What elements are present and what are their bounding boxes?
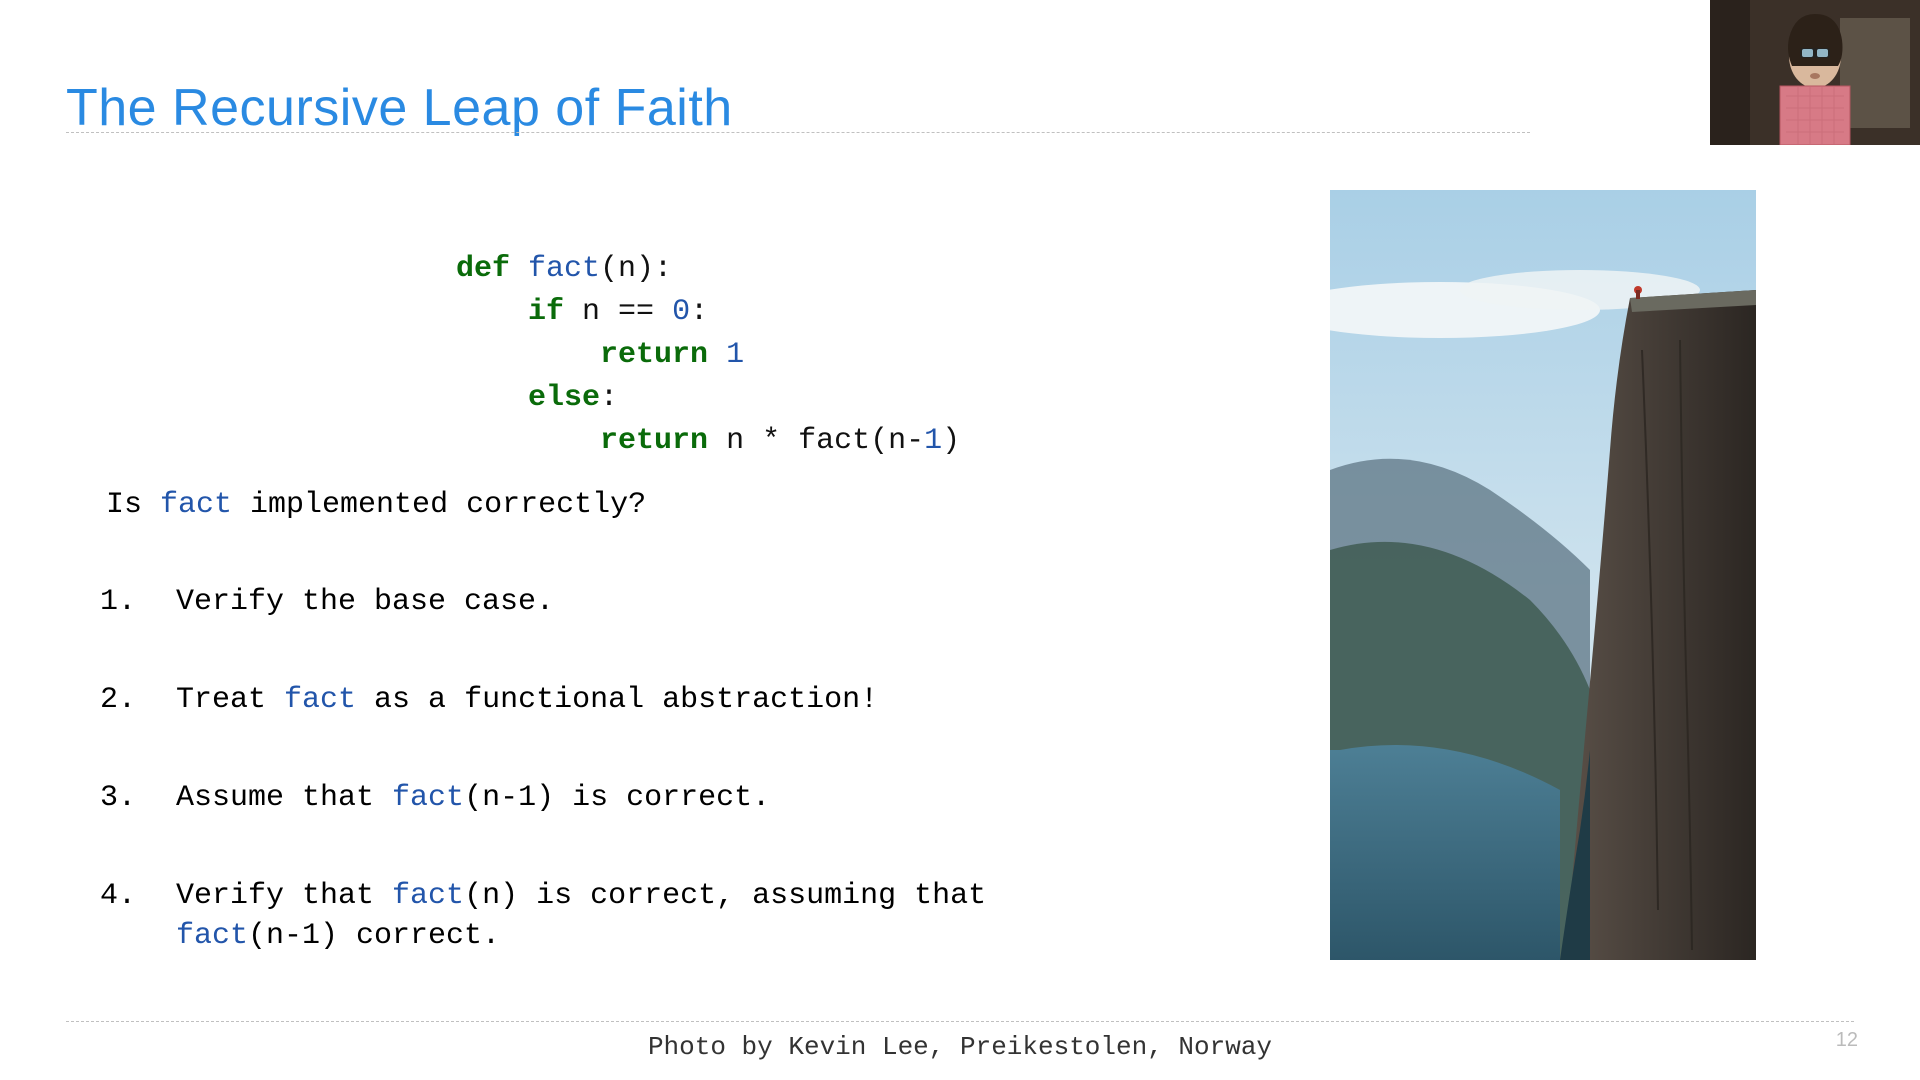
title-divider xyxy=(66,132,1530,133)
item-body: Verify the base case. xyxy=(176,582,554,622)
cliff-photo xyxy=(1330,190,1756,960)
kw-else: else xyxy=(528,381,600,415)
fn-ref: fact xyxy=(392,879,464,913)
item-body: Verify that fact(n) is correct, assuming… xyxy=(176,876,986,956)
item-body: Treat fact as a functional abstraction! xyxy=(176,680,878,720)
list-item: 3. Assume that fact(n-1) is correct. xyxy=(100,778,986,818)
item-number: 2. xyxy=(100,680,176,720)
fn-ref: fact xyxy=(160,488,232,522)
footer-divider xyxy=(66,1021,1854,1022)
list-item: 2. Treat fact as a functional abstractio… xyxy=(100,680,986,720)
item-number: 3. xyxy=(100,778,176,818)
fn-ref: fact xyxy=(284,683,356,717)
steps-list: 1. Verify the base case. 2. Treat fact a… xyxy=(100,582,986,956)
list-item: 1. Verify the base case. xyxy=(100,582,986,622)
kw-return: return xyxy=(600,338,708,372)
photo-caption: Photo by Kevin Lee, Preikestolen, Norway xyxy=(0,1032,1920,1062)
list-item: 4. Verify that fact(n) is correct, assum… xyxy=(100,876,986,956)
code-block: def fact(n): if n == 0: return 1 else: r… xyxy=(456,205,960,463)
item-number: 1. xyxy=(100,582,176,622)
kw-def: def xyxy=(456,252,510,286)
fn-name: fact xyxy=(528,252,600,286)
fn-ref: fact xyxy=(392,781,464,815)
slide: The Recursive Leap of Faith def fact(n):… xyxy=(0,0,1920,1080)
item-body: Assume that fact(n-1) is correct. xyxy=(176,778,770,818)
item-number: 4. xyxy=(100,876,176,956)
kw-return: return xyxy=(600,424,708,458)
slide-number: 12 xyxy=(1836,1029,1858,1052)
fn-ref: fact xyxy=(176,919,248,953)
kw-if: if xyxy=(528,295,564,329)
slide-title: The Recursive Leap of Faith xyxy=(66,78,733,138)
webcam-overlay xyxy=(1710,0,1920,145)
question-text: Is fact implemented correctly? xyxy=(106,488,646,522)
